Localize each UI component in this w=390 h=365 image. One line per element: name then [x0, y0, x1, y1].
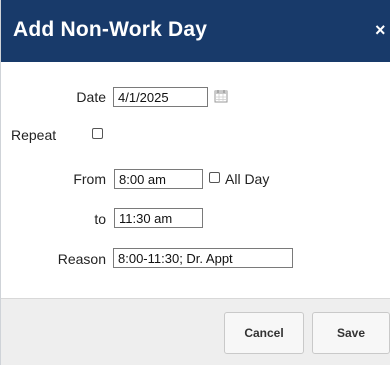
repeat-label: Repeat — [11, 127, 57, 143]
from-time-input[interactable] — [114, 169, 203, 189]
add-non-work-day-dialog: Add Non-Work Day × Date Repeat From All … — [0, 0, 390, 365]
date-label: Date — [76, 89, 106, 105]
all-day-label: All Day — [225, 171, 270, 187]
close-icon[interactable]: × — [375, 20, 390, 40]
date-input[interactable] — [113, 87, 208, 107]
dialog-title: Add Non-Work Day — [13, 18, 208, 41]
save-button[interactable]: Save — [312, 312, 390, 354]
calendar-icon[interactable] — [214, 89, 228, 103]
to-time-input[interactable] — [114, 208, 203, 228]
cancel-button[interactable]: Cancel — [224, 312, 304, 354]
dialog-titlebar: Add Non-Work Day × — [1, 0, 390, 62]
dialog-footer: Cancel Save — [1, 298, 390, 365]
all-day-checkbox[interactable] — [209, 172, 220, 183]
repeat-checkbox[interactable] — [92, 128, 103, 139]
to-label: to — [94, 211, 106, 227]
from-label: From — [73, 171, 106, 187]
reason-label: Reason — [57, 251, 106, 267]
reason-input[interactable] — [113, 248, 293, 268]
